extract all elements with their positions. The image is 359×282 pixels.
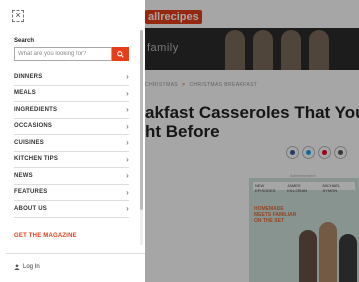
nav-item-label: OCCASIONS <box>14 123 53 130</box>
chevron-right-icon: › <box>126 88 129 98</box>
nav-item-occasions[interactable]: OCCASIONS › <box>14 119 129 135</box>
nav-item-dinners[interactable]: DINNERS › <box>14 69 129 86</box>
search-icon <box>117 50 124 58</box>
chevron-right-icon: › <box>126 171 129 181</box>
chevron-right-icon: › <box>126 187 129 197</box>
search-label: Search <box>14 38 35 44</box>
nav-item-label: INGREDIENTS <box>14 106 58 113</box>
nav-item-meals[interactable]: MEALS › <box>14 86 129 102</box>
scrollbar-thumb[interactable] <box>140 30 143 210</box>
nav-item-cuisines[interactable]: CUISINES › <box>14 135 129 152</box>
nav-item-label: ABOUT US <box>14 205 47 212</box>
nav-item-label: NEWS <box>14 172 33 179</box>
drawer-scrollbar[interactable] <box>140 30 143 245</box>
login-label: Log In <box>23 264 40 270</box>
nav-item-label: FEATURES <box>14 189 48 196</box>
get-the-magazine-link[interactable]: GET THE MAGAZINE <box>14 233 77 239</box>
user-icon <box>14 264 20 270</box>
nav-item-label: MEALS <box>14 90 36 97</box>
chevron-right-icon: › <box>126 138 129 148</box>
login-link[interactable]: Log In <box>14 264 40 270</box>
nav-item-features[interactable]: FEATURES › <box>14 185 129 201</box>
nav-item-about-us[interactable]: ABOUT US › <box>14 201 129 218</box>
nav-item-ingredients[interactable]: INGREDIENTS › <box>14 102 129 119</box>
search-input[interactable] <box>14 47 112 61</box>
navigation-drawer: × Search DINNERS › MEALS › INGREDIENTS › OC… <box>0 0 145 282</box>
chevron-right-icon: › <box>126 204 129 214</box>
chevron-right-icon: › <box>126 72 129 82</box>
close-icon[interactable]: × <box>12 10 24 22</box>
divider <box>6 253 145 254</box>
search-button[interactable] <box>112 47 129 61</box>
nav-item-kitchen-tips[interactable]: KITCHEN TIPS › <box>14 152 129 168</box>
nav-item-label: KITCHEN TIPS <box>14 156 59 163</box>
nav-item-label: DINNERS <box>14 73 43 80</box>
chevron-right-icon: › <box>126 154 129 164</box>
chevron-right-icon: › <box>126 121 129 131</box>
chevron-right-icon: › <box>126 105 129 115</box>
nav-item-label: CUISINES <box>14 139 44 146</box>
nav-menu: DINNERS › MEALS › INGREDIENTS › OCCASIONS › … <box>14 69 129 218</box>
nav-item-news[interactable]: NEWS › <box>14 168 129 185</box>
